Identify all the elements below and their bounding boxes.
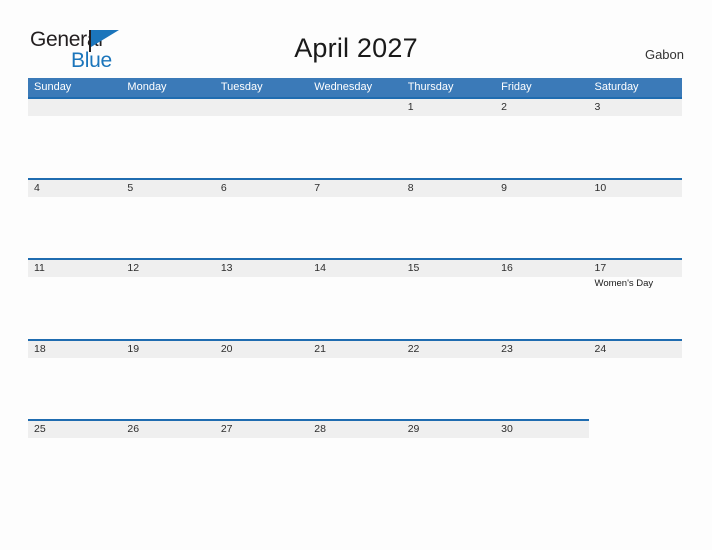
day-number [221, 100, 308, 116]
day-cell[interactable]: 14 [308, 258, 401, 339]
calendar-weeks: 1 2 3 4 5 6 7 8 9 10 11 12 13 14 15 16 17 Women's Day 18 19… [28, 97, 682, 500]
week-day-cells: 4 5 6 7 8 9 10 [28, 178, 682, 259]
day-cell[interactable]: 4 [28, 178, 121, 259]
day-number: 4 [34, 181, 40, 194]
day-number: 26 [127, 423, 140, 435]
day-cell[interactable]: 30 [495, 419, 588, 500]
day-number: 30 [501, 423, 513, 435]
day-number: 7 [314, 181, 321, 194]
week-day-cells: 1 2 3 [28, 97, 682, 178]
day-number: 13 [220, 262, 233, 274]
day-number: 16 [501, 262, 513, 274]
day-number: 25 [34, 423, 46, 435]
day-cell[interactable]: 18 [28, 339, 121, 420]
day-cell[interactable]: 26 [121, 419, 214, 500]
day-cell[interactable]: 29 [402, 419, 495, 500]
day-number: 27 [220, 423, 233, 435]
day-number: 20 [220, 342, 233, 355]
day-number [595, 422, 682, 438]
day-number: 29 [407, 423, 420, 435]
day-cell[interactable]: 28 [308, 419, 401, 500]
week-day-cells: 11 12 13 14 15 16 17 Women's Day [28, 258, 682, 339]
day-cell[interactable]: 2 [495, 97, 588, 178]
day-number: 6 [220, 181, 227, 194]
day-number: 17 [594, 262, 607, 274]
day-number: 21 [314, 342, 326, 355]
weekday-tuesday: Tuesday [220, 81, 263, 93]
day-number: 1 [407, 101, 414, 113]
day-cell[interactable]: 22 [402, 339, 495, 420]
day-number: 5 [127, 181, 134, 194]
day-number: 15 [407, 262, 420, 274]
day-cell[interactable]: 5 [121, 178, 214, 259]
day-cell[interactable]: 6 [215, 178, 308, 259]
day-cell[interactable]: 16 [495, 258, 588, 339]
day-cell[interactable]: 17 Women's Day [589, 258, 682, 339]
day-number: 14 [314, 262, 326, 274]
day-cell[interactable]: 19 [121, 339, 214, 420]
day-cell[interactable]: 11 [28, 258, 121, 339]
day-number: 22 [407, 342, 420, 355]
day-cell[interactable]: 24 [589, 339, 682, 420]
day-cell[interactable]: 27 [215, 419, 308, 500]
calendar-week-row: 1 2 3 [28, 97, 682, 178]
weekday-header-row: Sunday Monday Tuesday Wednesday Thursday… [28, 78, 682, 97]
week-day-cells: 18 19 20 21 22 23 24 [28, 339, 682, 420]
page-title: April 2027 [294, 33, 418, 63]
day-cell[interactable]: 7 [308, 178, 401, 259]
weekday-friday: Friday [501, 81, 532, 93]
day-number: 28 [314, 423, 326, 435]
day-cell[interactable]: 8 [402, 178, 495, 259]
day-events: Women's Day [595, 278, 682, 290]
day-cell[interactable]: 23 [495, 339, 588, 420]
day-number: 19 [127, 342, 140, 355]
calendar-week-row: 4 5 6 7 8 9 10 [28, 177, 682, 259]
day-number: 3 [594, 101, 601, 113]
weekday-wednesday: Wednesday [314, 81, 373, 93]
calendar-week-row: 18 19 20 21 22 23 24 [28, 338, 682, 420]
holiday-event: Women's Day [594, 278, 654, 289]
day-cell[interactable]: 12 [121, 258, 214, 339]
day-number [127, 100, 214, 116]
day-cell[interactable]: 9 [495, 178, 588, 259]
day-cell[interactable]: 21 [308, 339, 401, 420]
day-number: 24 [594, 342, 607, 355]
day-cell[interactable]: 10 [589, 178, 682, 259]
day-cell[interactable]: 15 [402, 258, 495, 339]
day-number [34, 100, 121, 116]
weekday-saturday: Saturday [594, 81, 639, 93]
day-number: 9 [501, 181, 507, 194]
day-number: 2 [501, 101, 507, 113]
day-cell[interactable]: 3 [589, 97, 682, 178]
day-number: 12 [127, 262, 140, 274]
page-header: General Blue April 2027 Gabon [0, 0, 712, 78]
calendar-week-row: 11 12 13 14 15 16 17 Women's Day [28, 258, 682, 339]
weekday-thursday: Thursday [407, 81, 454, 93]
day-cell[interactable]: 20 [215, 339, 308, 420]
day-cell[interactable]: 13 [215, 258, 308, 339]
week-day-cells: 25 26 27 28 29 30 [28, 419, 682, 500]
day-number: 10 [594, 181, 607, 194]
day-cell-empty [589, 419, 682, 500]
weekday-sunday: Sunday [34, 81, 72, 93]
weekday-monday: Monday [127, 81, 167, 93]
day-number: 23 [501, 342, 513, 355]
day-cell-empty [121, 97, 214, 178]
day-number: 8 [407, 181, 414, 194]
country-label: Gabon [644, 47, 684, 62]
calendar-page: General Blue April 2027 Gabon Sunday Mon… [0, 0, 712, 550]
day-number [314, 100, 401, 116]
day-number: 11 [34, 262, 45, 274]
day-cell-empty [308, 97, 401, 178]
day-cell[interactable]: 25 [28, 419, 121, 500]
calendar-week-row: 25 26 27 28 29 30 [28, 419, 682, 500]
day-cell[interactable]: 1 [402, 97, 495, 178]
day-cell-empty [28, 97, 121, 178]
calendar-grid: Sunday Monday Tuesday Wednesday Thursday… [28, 78, 682, 500]
day-cell-empty [215, 97, 308, 178]
day-number: 18 [34, 342, 46, 355]
